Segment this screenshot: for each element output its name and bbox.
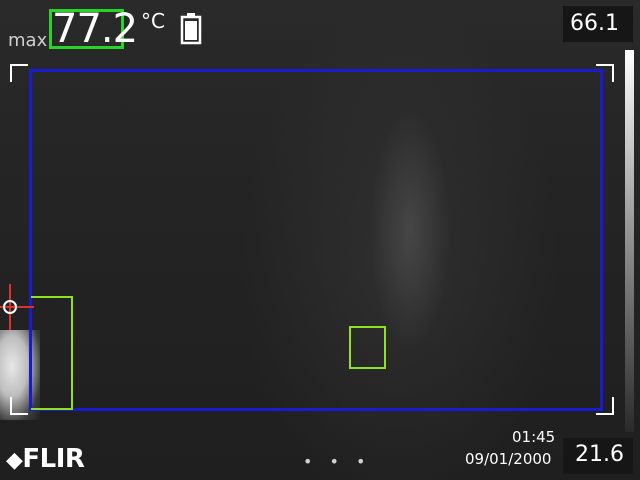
frame-corner-top-right [596, 64, 614, 82]
max-label: max [8, 30, 48, 51]
flir-diamond-icon: ◆ [6, 448, 23, 473]
scale-max-value: 66.1 [570, 11, 619, 36]
flir-logo-text: FLIR [22, 444, 85, 474]
frame-corner-bottom-right [596, 397, 614, 415]
flir-logo: ◆FLIR [6, 444, 85, 474]
thermal-viewfinder: max 77.2 °C 66.1 21.6 01:45 09/01/2000 •… [0, 0, 640, 480]
scale-min-value: 21.6 [575, 442, 624, 467]
max-temperature-value: 77.2 [52, 6, 138, 52]
crosshair-icon [0, 284, 34, 330]
temperature-scale-bar [625, 50, 634, 432]
spot-meter-box[interactable] [349, 326, 386, 369]
frame-corner-bottom-left [10, 397, 28, 415]
clock-time: 01:45 [512, 428, 556, 446]
temperature-unit: °C [141, 9, 165, 33]
measurement-area-box[interactable] [29, 69, 603, 411]
frame-corner-top-left [10, 64, 28, 82]
clock-date: 09/01/2000 [465, 450, 552, 468]
page-indicator-dots[interactable]: • • • [303, 452, 371, 471]
battery-icon [180, 13, 202, 45]
hotspot-marker-box [31, 296, 73, 410]
